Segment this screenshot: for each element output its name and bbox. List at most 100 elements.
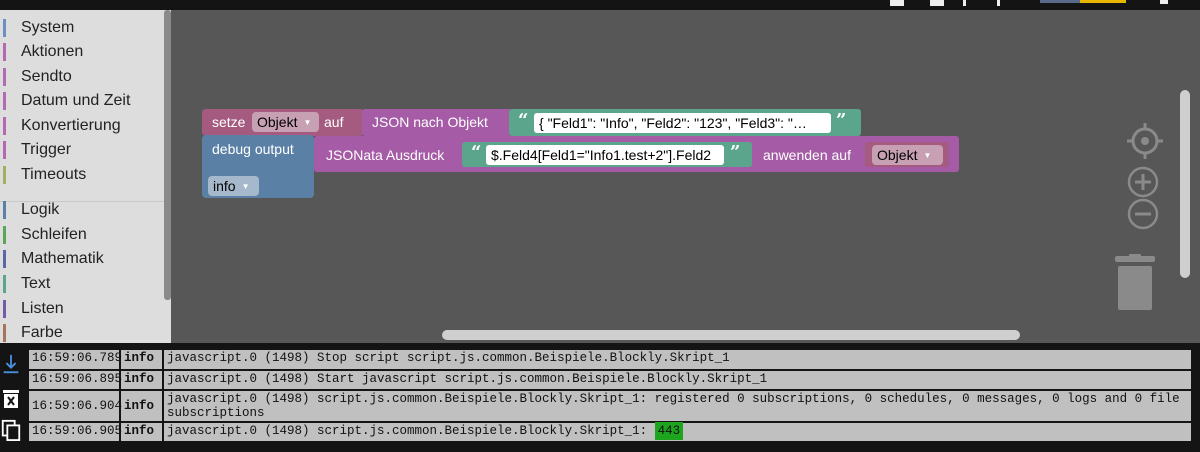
log-level: info [121,350,164,369]
category-color-bar [3,275,6,293]
toolbar-accent [1080,0,1126,3]
log-level: info [121,371,164,389]
log-row: 16:59:06.905 info javascript.0 (1498) sc… [29,422,1191,441]
close-quote-icon: ” [730,142,741,163]
dropdown-arrow-icon: ▼ [241,182,250,192]
toolbox-category-listen[interactable]: Listen [0,297,164,321]
toolbox-category-datum-und-zeit[interactable]: Datum und Zeit [0,89,164,113]
category-color-bar [3,250,6,268]
jsonata-string-value: $.Feld4[Feld1="Info1.test+2"].Feld2 [491,147,712,163]
log-time: 16:59:06.895 [29,371,122,389]
toolbox-category-sendto[interactable]: Sendto [0,65,164,89]
log-message-text: javascript.0 (1498) script.js.common.Bei… [167,392,1180,420]
category-label: Trigger [21,141,72,158]
zoom-out-icon[interactable] [1127,198,1159,230]
jsonata-string-field[interactable]: $.Feld4[Feld1="Info1.test+2"].Feld2 [486,145,724,165]
variable-dropdown[interactable]: Objekt ▼ [872,145,943,165]
toolbox-category-aktionen[interactable]: Aktionen [0,40,164,64]
dropdown-arrow-icon: ▼ [923,151,932,161]
blockly-workspace[interactable]: setze Objekt ▼ auf JSON nach Objekt “ { "… [171,10,1200,343]
json-to-object-label: JSON nach Objekt [372,114,488,130]
open-quote-icon: “ [518,110,529,131]
category-label: Schleifen [21,226,87,243]
toolbox-scrollbar[interactable] [164,10,171,300]
crosshair-icon[interactable] [1127,123,1163,159]
download-icon[interactable] [0,353,22,375]
toolbox-category-konvertierung[interactable]: Konvertierung [0,114,164,138]
set-label: setze [212,114,246,130]
log-time: 16:59:06.905 [29,423,122,441]
chevron-down-icon[interactable] [1160,0,1168,4]
log-row: 16:59:06.895 info javascript.0 (1498) St… [29,371,1191,389]
variable-name: Objekt [877,147,918,163]
trash-can-icon[interactable] [1115,254,1155,312]
text-string-block[interactable]: “ { "Feld1": "Info", "Feld2": "123", "Fe… [509,109,861,136]
top-toolbar [0,0,1200,10]
debug-output-label: debug output [212,141,294,157]
object-variable-block[interactable]: Objekt ▼ [865,142,949,167]
workspace-horizontal-scrollbar[interactable] [442,330,1020,340]
jsonata-expression-block[interactable]: JSONata Ausdruck “ $.Feld4[Feld1="Info1.… [314,136,959,172]
category-color-bar [3,19,6,37]
close-quote-icon: ” [836,110,847,131]
debug-output-block[interactable]: debug output info ▼ [202,135,314,198]
log-highlight-value: 443 [654,422,684,440]
log-time: 16:59:06.904 [29,391,122,421]
log-message-text: javascript.0 (1498) Start javascript scr… [167,372,768,386]
toolbar-button-icon[interactable] [890,0,904,6]
category-label: Logik [21,201,60,218]
category-color-bar [3,201,6,219]
category-label: Datum und Zeit [21,92,131,109]
zoom-in-icon[interactable] [1127,166,1159,198]
category-color-bar [3,117,6,135]
set-variable-block[interactable]: setze Objekt ▼ auf [202,109,364,136]
toolbar-accent [1040,0,1080,3]
log-row: 16:59:06.789 info javascript.0 (1498) St… [29,350,1191,369]
blockly-toolbox: System Aktionen Sendto Datum und Zeit Ko… [0,10,171,343]
jsonata-label: JSONata Ausdruck [326,147,445,163]
toolbox-category-schleifen[interactable]: Schleifen [0,223,164,247]
log-message: javascript.0 (1498) script.js.common.Bei… [164,391,1191,421]
log-time: 16:59:06.789 [29,350,122,369]
toolbox-category-system[interactable]: System [0,16,164,40]
category-label: Timeouts [21,166,87,183]
log-row: 16:59:06.904 info javascript.0 (1498) sc… [29,391,1191,421]
toolbar-button-icon[interactable] [963,0,966,6]
category-color-bar [3,43,6,61]
category-label: System [21,19,75,36]
dropdown-arrow-icon: ▼ [303,118,312,128]
variable-dropdown[interactable]: Objekt ▼ [252,112,319,132]
log-message: javascript.0 (1498) Stop script script.j… [164,350,1191,369]
jsonata-string-block[interactable]: “ $.Feld4[Feld1="Info1.test+2"].Feld2 ” [462,142,752,167]
log-message: javascript.0 (1498) Start javascript scr… [164,371,1191,389]
to-label: auf [324,114,344,130]
toolbox-category-timeouts[interactable]: Timeouts [0,163,164,187]
variable-name: Objekt [257,114,298,130]
category-label: Farbe [21,324,63,341]
toolbar-button-icon[interactable] [997,0,1000,6]
workspace-vertical-scrollbar[interactable] [1180,90,1190,278]
open-quote-icon: “ [471,142,482,163]
toolbox-category-text[interactable]: Text [0,272,164,296]
json-to-object-block[interactable]: JSON nach Objekt [362,109,512,136]
json-string-field[interactable]: { "Feld1": "Info", "Feld2": "123", "Feld… [534,113,831,133]
copy-icon[interactable] [0,419,22,441]
category-color-bar [3,92,6,110]
json-string-value: { "Feld1": "Info", "Feld2": "123", "Feld… [539,115,807,131]
log-message-text: javascript.0 (1498) script.js.common.Bei… [167,424,655,438]
trash-icon[interactable] [0,387,22,409]
category-color-bar [3,324,6,342]
log-level: info [121,391,164,421]
category-label: Listen [21,300,64,317]
toolbox-category-logik[interactable]: Logik [0,198,164,222]
apply-to-label: anwenden auf [763,147,851,163]
category-color-bar [3,68,6,86]
toolbox-category-farbe[interactable]: Farbe [0,321,164,345]
toolbar-button-icon[interactable] [930,0,944,6]
log-level-dropdown[interactable]: info ▼ [208,176,259,196]
category-color-bar [3,166,6,184]
toolbox-category-mathematik[interactable]: Mathematik [0,247,164,271]
toolbox-category-trigger[interactable]: Trigger [0,138,164,162]
category-label: Konvertierung [21,117,121,134]
log-level: info [121,423,164,441]
